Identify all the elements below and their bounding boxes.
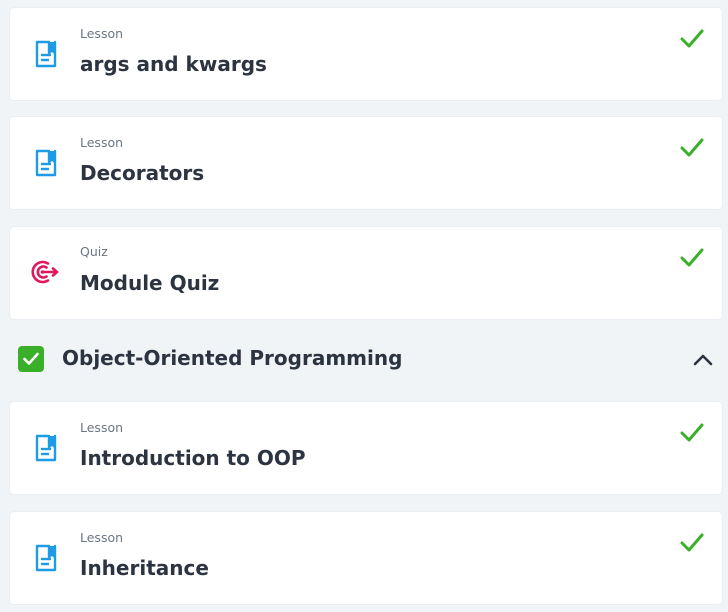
item-type-label: Lesson: [80, 530, 124, 545]
item-type-label: Lesson: [80, 26, 124, 41]
document-icon: [34, 38, 58, 68]
checkmark-icon: [680, 532, 704, 554]
item-title[interactable]: args and kwargs: [80, 52, 267, 76]
lesson-card-decorators[interactable]: Lesson Decorators: [10, 117, 722, 209]
checkmark-icon: [680, 422, 704, 444]
lesson-card-inheritance[interactable]: Lesson Inheritance: [10, 512, 722, 604]
lesson-card-introduction-to-oop[interactable]: Lesson Introduction to OOP: [10, 402, 722, 494]
item-title[interactable]: Module Quiz: [80, 271, 219, 295]
lesson-card-args-and-kwargs[interactable]: Lesson args and kwargs: [10, 8, 722, 100]
item-type-label: Quiz: [80, 244, 108, 259]
checkmark-icon: [680, 137, 704, 159]
chevron-up-icon[interactable]: [692, 350, 714, 370]
item-title[interactable]: Introduction to OOP: [80, 446, 306, 470]
item-title[interactable]: Inheritance: [80, 556, 209, 580]
checkmark-icon: [680, 247, 704, 269]
target-icon: [30, 259, 60, 285]
document-icon: [34, 542, 58, 572]
item-title[interactable]: Decorators: [80, 161, 204, 185]
document-icon: [34, 432, 58, 462]
checkmark-icon: [680, 28, 704, 50]
section-header-object-oriented-programming[interactable]: Object-Oriented Programming: [0, 332, 728, 388]
item-type-label: Lesson: [80, 135, 124, 150]
quiz-card-module-quiz[interactable]: Quiz Module Quiz: [10, 227, 722, 319]
section-title: Object-Oriented Programming: [62, 346, 403, 370]
document-icon: [34, 147, 58, 177]
item-type-label: Lesson: [80, 420, 124, 435]
section-complete-checkbox: [18, 346, 44, 372]
